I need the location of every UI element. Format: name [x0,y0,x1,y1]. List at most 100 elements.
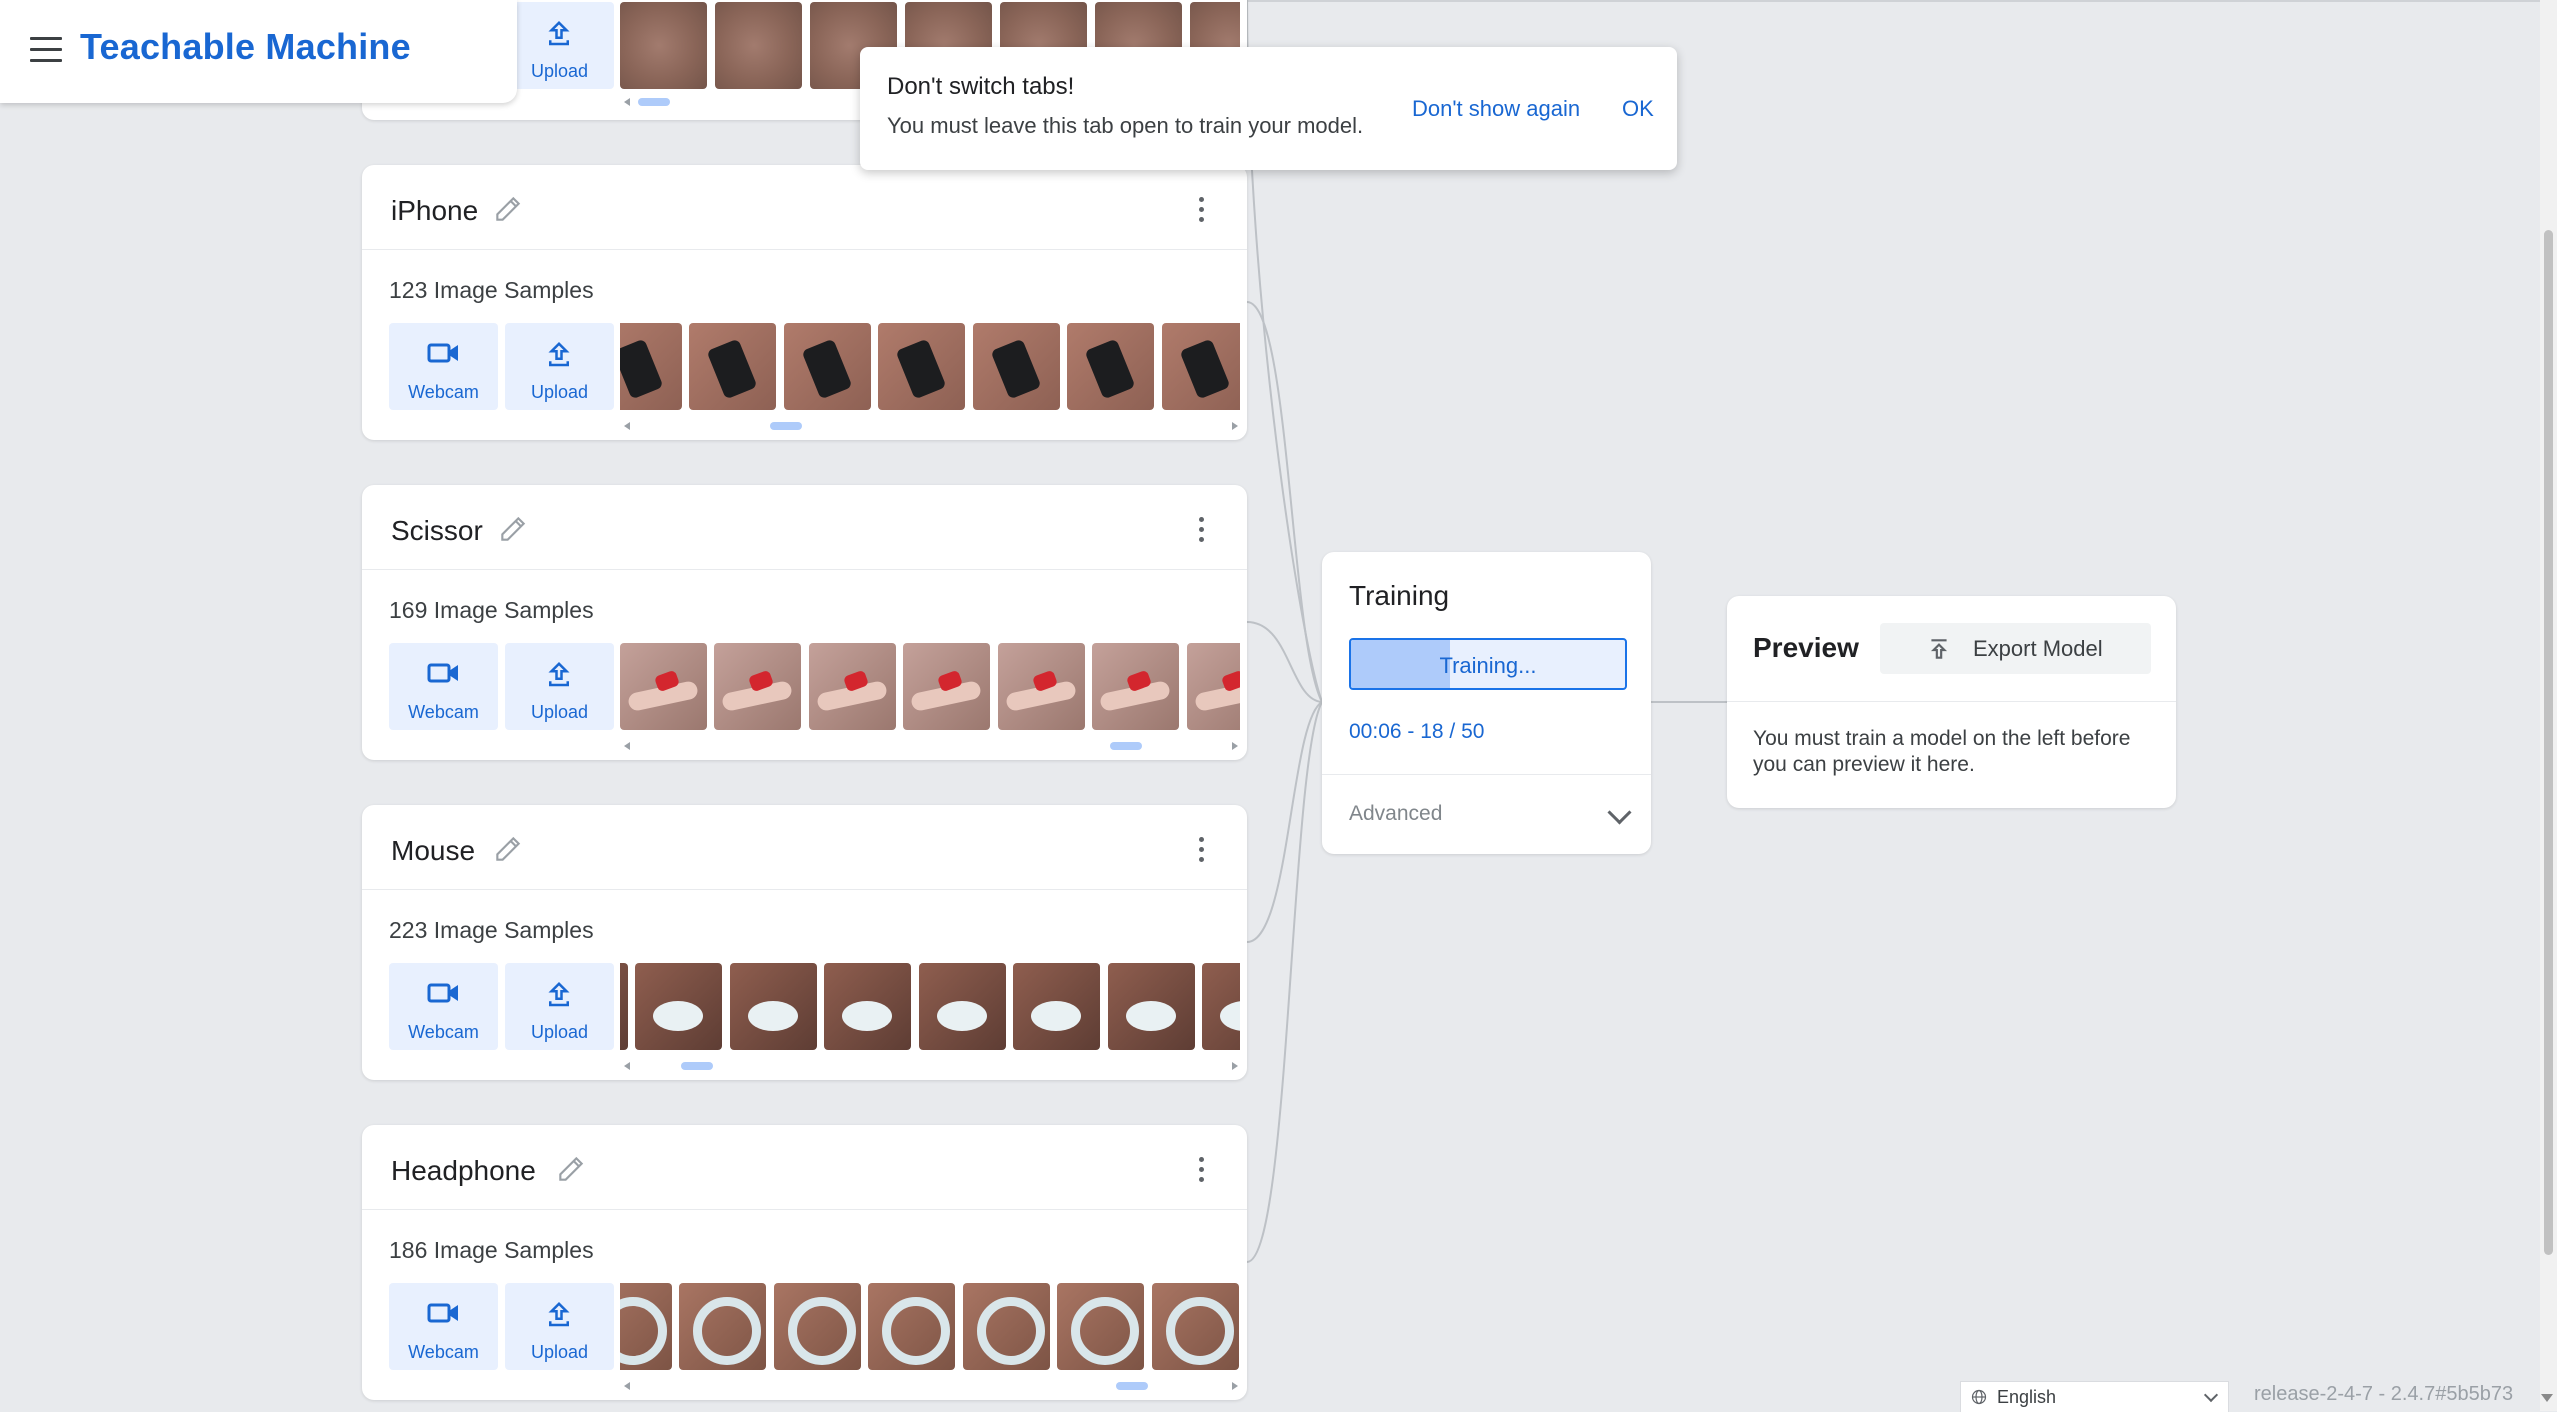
sample-thumbnail [714,643,801,730]
sample-thumbnail [620,323,682,410]
upload-label: Upload [530,382,589,402]
chevron-down-icon[interactable] [1607,800,1632,825]
sample-thumbnail [679,1283,766,1370]
divider [1322,774,1651,775]
video-camera-icon [427,663,458,683]
class-card-header: Headphone [362,1125,1247,1210]
class-name[interactable]: Mouse [391,835,475,867]
train-button-label: Training... [1439,653,1537,678]
upload-button[interactable]: Upload [505,1283,614,1370]
more-options-icon[interactable] [1197,1157,1205,1185]
class-name[interactable]: iPhone [391,195,478,227]
webcam-button[interactable]: Webcam [389,963,498,1050]
dont-switch-tabs-dialog: Don't switch tabs! You must leave this t… [860,47,1677,170]
preview-title: Preview [1753,632,1859,663]
webcam-button[interactable]: Webcam [389,643,498,730]
sample-thumbnail [620,1283,672,1370]
more-options-icon[interactable] [1197,837,1205,865]
upload-label: Upload [530,1342,589,1362]
edit-pencil-icon[interactable] [492,193,524,225]
app-bar: Teachable Machine [0,0,517,103]
export-label: Export Model [1973,636,2103,661]
upload-button[interactable]: Upload [505,963,614,1050]
dont-show-again-button[interactable]: Don't show again [1412,96,1580,122]
sample-thumbnail [1108,963,1195,1050]
sample-thumbnails[interactable] [620,1283,1240,1370]
sample-thumbnail [620,2,707,89]
hamburger-menu-icon[interactable] [30,37,62,63]
edit-pencil-icon[interactable] [555,1153,587,1185]
language-label: English [1997,1387,2057,1407]
sample-thumbnail [1162,323,1240,410]
upload-icon [548,981,570,1007]
app-title[interactable]: Teachable Machine [80,26,411,68]
class-card-header: Scissor [362,485,1247,570]
language-select[interactable]: English [1960,1381,2229,1412]
chevron-down-icon [2203,1387,2219,1403]
sample-thumbnail [774,1283,861,1370]
thumbnail-scrollbar[interactable] [624,421,1238,431]
upload-label: Upload [530,61,589,81]
sample-thumbnail [1152,1283,1239,1370]
upload-icon [548,341,570,367]
webcam-label: Webcam [408,1022,479,1042]
video-camera-icon [427,983,458,1003]
sample-count: 186 Image Samples [389,1237,594,1263]
release-version: release-2-4-7 - 2.4.7#5b5b73 [2254,1383,2514,1405]
dialog-message: You must leave this tab open to train yo… [887,113,1364,138]
advanced-toggle[interactable]: Advanced [1349,802,1442,826]
sample-thumbnail [635,963,722,1050]
thumbnail-scrollbar[interactable] [624,1061,1238,1071]
webcam-button[interactable]: Webcam [389,1283,498,1370]
sample-thumbnail [824,963,911,1050]
sample-count: 123 Image Samples [389,277,594,303]
upload-button[interactable]: Upload [505,2,614,89]
sample-thumbnail [1057,1283,1144,1370]
export-upload-icon [1930,639,1948,659]
sample-thumbnails[interactable] [620,643,1240,730]
export-model-button[interactable]: Export Model [1880,623,2151,674]
video-camera-icon [427,1303,458,1323]
class-card-mouse: Mouse 223 Image Samples Webcam Upload [362,805,1247,1080]
sample-thumbnail [1187,643,1240,730]
class-name[interactable]: Headphone [391,1155,536,1187]
training-card: Training Training... 00:06 - 18 / 50 Adv… [1322,552,1651,854]
sample-count: 169 Image Samples [389,597,594,623]
sample-thumbnail [620,963,628,1050]
sample-thumbnails[interactable] [620,323,1240,410]
webcam-label: Webcam [408,1342,479,1362]
upload-button[interactable]: Upload [505,323,614,410]
preview-card: Preview Export Model You must train a mo… [1727,596,2176,808]
upload-icon [548,1301,570,1327]
webcam-button[interactable]: Webcam [389,323,498,410]
sample-thumbnail [1013,963,1100,1050]
thumbnail-scrollbar[interactable] [624,741,1238,751]
thumbnail-scrollbar[interactable] [624,1381,1238,1391]
class-name[interactable]: Scissor [391,515,483,547]
dialog-title: Don't switch tabs! [887,73,1075,100]
sample-thumbnail [878,323,965,410]
upload-icon [548,20,570,46]
sample-thumbnail [1092,643,1179,730]
page-scrollbar-thumb[interactable] [2544,230,2553,1255]
page-scrollbar[interactable] [2540,0,2557,1411]
scroll-down-arrow-icon[interactable] [2541,1394,2553,1402]
more-options-icon[interactable] [1197,197,1205,225]
upload-icon [548,661,570,687]
sample-count: 223 Image Samples [389,917,594,943]
more-options-icon[interactable] [1197,517,1205,545]
sample-thumbnail [809,643,896,730]
edit-pencil-icon[interactable] [492,833,524,865]
upload-button[interactable]: Upload [505,643,614,730]
ok-button[interactable]: OK [1622,96,1654,122]
preview-message: You must train a model on the left befor… [1753,727,2131,776]
sample-thumbnails[interactable] [620,963,1240,1050]
video-camera-icon [427,343,458,363]
sample-thumbnail [1067,323,1154,410]
sample-thumbnail [689,323,776,410]
globe-icon [1971,1389,1987,1405]
edit-pencil-icon[interactable] [497,513,529,545]
sample-thumbnail [919,963,1006,1050]
sample-thumbnail [1202,963,1240,1050]
train-model-button[interactable]: Training... [1349,638,1627,690]
